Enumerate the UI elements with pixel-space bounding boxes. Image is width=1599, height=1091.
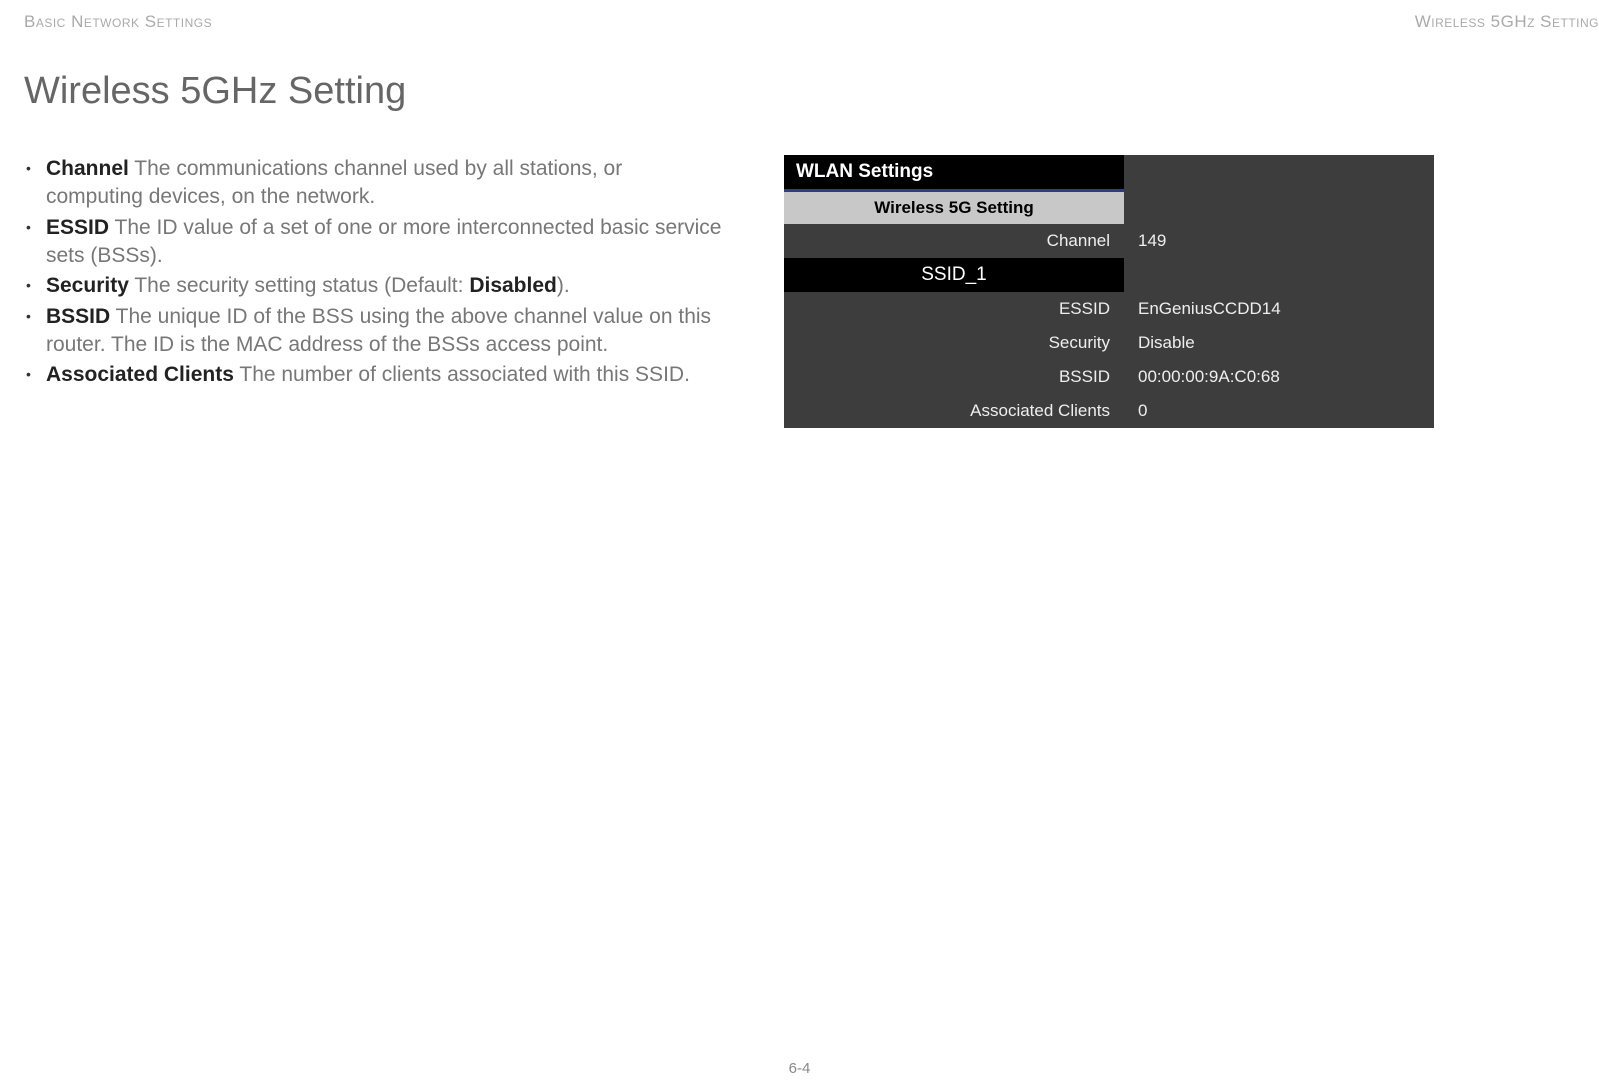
header-right: Wireless 5GHz Setting bbox=[1415, 12, 1599, 32]
desc-assoc: The number of clients associated with th… bbox=[234, 363, 690, 386]
row-assoc-clients: Associated Clients 0 bbox=[784, 394, 1434, 428]
term-security: Security bbox=[46, 274, 129, 297]
row-security: Security Disable bbox=[784, 326, 1434, 360]
label-assoc-clients: Associated Clients bbox=[784, 401, 1124, 421]
term-channel: Channel bbox=[46, 157, 129, 180]
def-assoc: Associated Clients The number of clients… bbox=[46, 361, 724, 389]
term-bssid: BSSID bbox=[46, 305, 110, 328]
row-ssid-header: SSID_1 bbox=[784, 258, 1434, 292]
definition-list: Channel The communications channel used … bbox=[24, 155, 724, 428]
page-number: 6-4 bbox=[789, 1060, 811, 1077]
desc-channel: The communications channel used by all s… bbox=[46, 157, 622, 208]
value-channel: 149 bbox=[1124, 231, 1166, 251]
label-security: Security bbox=[784, 333, 1124, 353]
def-bssid: BSSID The unique ID of the BSS using the… bbox=[46, 303, 724, 360]
desc-essid: The ID value of a set of one or more int… bbox=[46, 216, 721, 267]
value-essid: EnGeniusCCDD14 bbox=[1124, 299, 1281, 319]
wlan-settings-panel: WLAN Settings Wireless 5G Setting Channe… bbox=[784, 155, 1434, 428]
def-channel: Channel The communications channel used … bbox=[46, 155, 724, 212]
row-essid: ESSID EnGeniusCCDD14 bbox=[784, 292, 1434, 326]
value-assoc-clients: 0 bbox=[1124, 401, 1147, 421]
row-bssid: BSSID 00:00:00:9A:C0:68 bbox=[784, 360, 1434, 394]
term-essid: ESSID bbox=[46, 216, 109, 239]
panel-section-header: Wireless 5G Setting bbox=[784, 192, 1124, 224]
desc-bssid: The unique ID of the BSS using the above… bbox=[46, 305, 711, 356]
label-bssid: BSSID bbox=[784, 367, 1124, 387]
panel-title: WLAN Settings bbox=[784, 155, 1124, 192]
content-wrap: Channel The communications channel used … bbox=[24, 155, 1599, 428]
def-security: Security The security setting status (De… bbox=[46, 272, 724, 300]
label-essid: ESSID bbox=[784, 299, 1124, 319]
label-channel: Channel bbox=[784, 231, 1124, 251]
value-bssid: 00:00:00:9A:C0:68 bbox=[1124, 367, 1280, 387]
security-default-value: Disabled bbox=[469, 274, 557, 297]
desc-security-pre: The security setting status (Default: bbox=[129, 274, 469, 297]
desc-security-post: ). bbox=[557, 274, 570, 297]
ssid-header: SSID_1 bbox=[784, 258, 1124, 292]
header-left: Basic Network Settings bbox=[24, 12, 212, 32]
page-title: Wireless 5GHz Setting bbox=[24, 70, 406, 113]
value-security: Disable bbox=[1124, 333, 1195, 353]
row-channel: Channel 149 bbox=[784, 224, 1434, 258]
def-essid: ESSID The ID value of a set of one or mo… bbox=[46, 214, 724, 271]
term-assoc: Associated Clients bbox=[46, 363, 234, 386]
